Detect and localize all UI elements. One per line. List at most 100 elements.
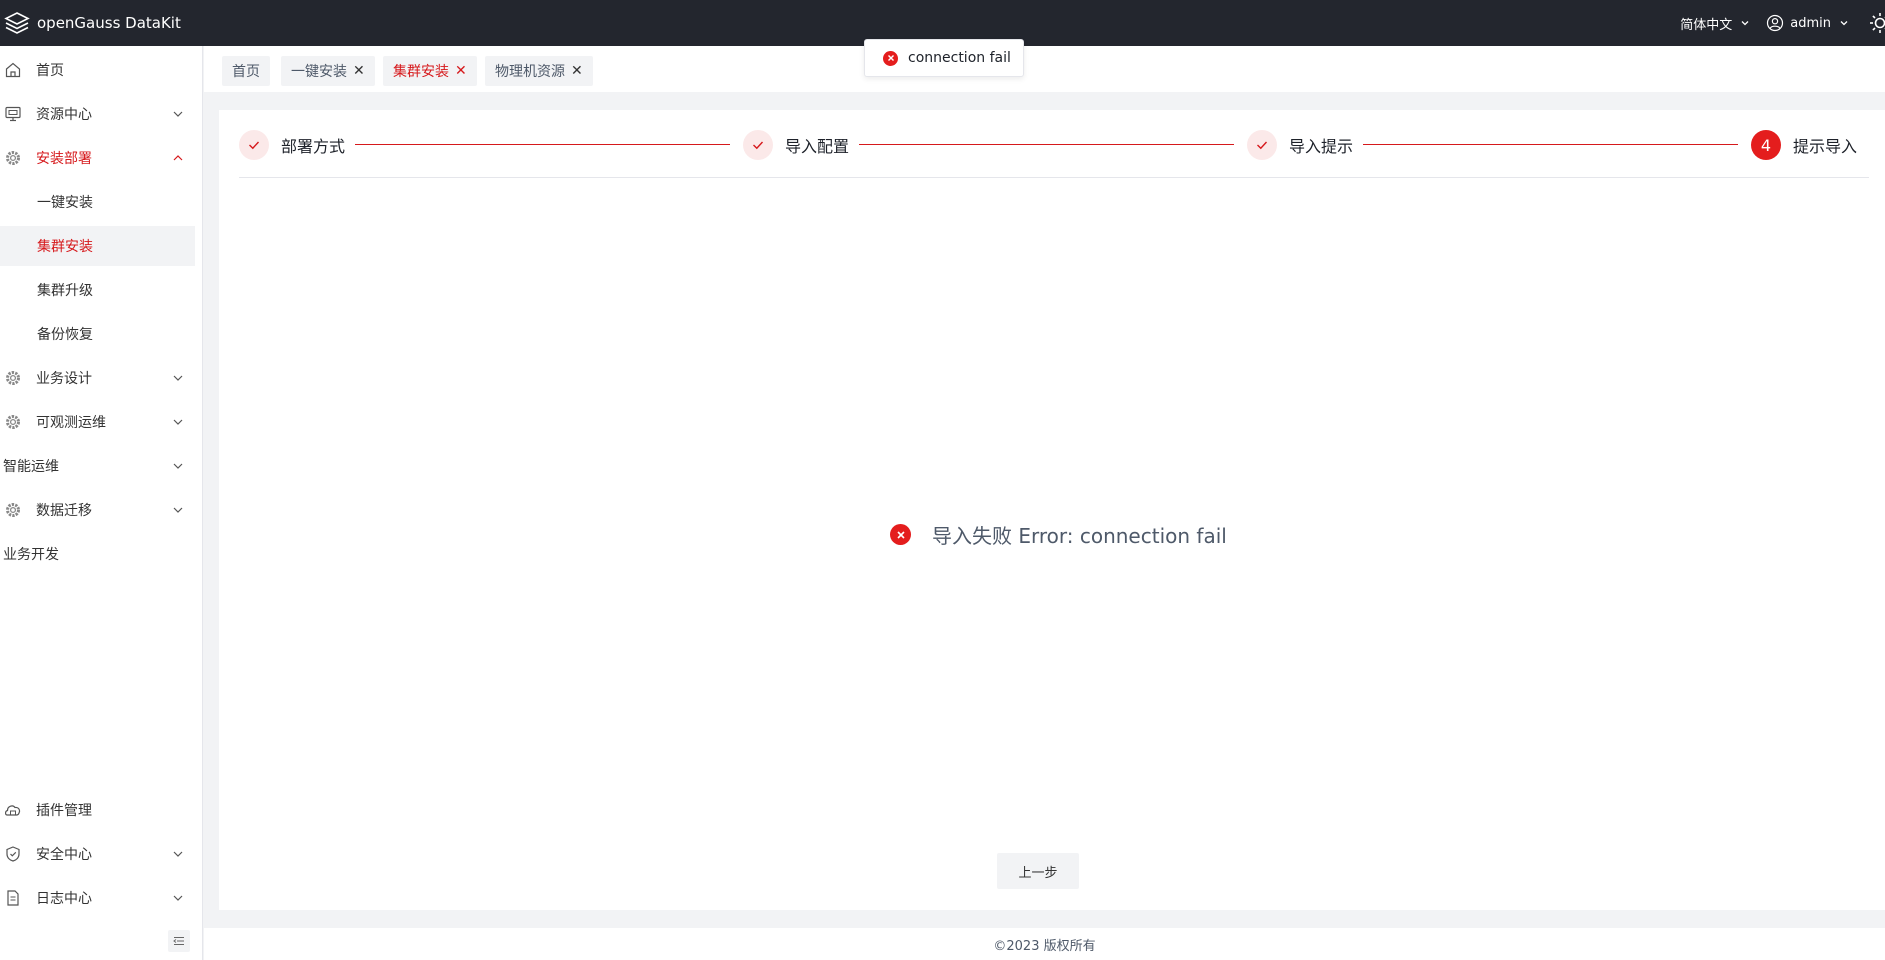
sidebar-item-label: 插件管理 <box>36 803 92 819</box>
tab-home[interactable]: 首页 <box>222 56 270 86</box>
sidebar-item-cluster-install[interactable]: 集群安装 <box>0 226 195 266</box>
sun-theme-icon[interactable] <box>1869 12 1885 34</box>
step-deploy-method: 部署方式 <box>239 130 345 160</box>
error-toast: connection fail <box>864 39 1024 77</box>
steps-bar: 部署方式 导入配置 导入提示 4 提示导入 <box>239 130 1869 170</box>
tab-one-click-install[interactable]: 一键安装 ✕ <box>281 56 375 86</box>
sidebar-item-plugin-management[interactable]: 插件管理 <box>0 790 195 830</box>
footer: ©2023 版权所有 <box>204 928 1885 960</box>
step-prompt-import: 4 提示导入 <box>1751 130 1857 160</box>
chevron-down-icon <box>173 895 183 901</box>
step-connector <box>1363 144 1738 145</box>
sidebar-item-one-click-install[interactable]: 一键安装 <box>0 182 195 222</box>
sidebar-item-backup-restore[interactable]: 备份恢复 <box>0 314 195 354</box>
chevron-down-icon <box>173 375 183 381</box>
chevron-down-icon <box>173 111 183 117</box>
sidebar-item-data-migration[interactable]: 数据迁移 <box>0 490 195 530</box>
step-number: 4 <box>1751 130 1781 160</box>
home-icon <box>3 60 23 80</box>
sidebar-item-label: 安装部署 <box>36 151 92 167</box>
gear-icon <box>3 500 23 520</box>
gear-icon <box>3 148 23 168</box>
sidebar-item-security-center[interactable]: 安全中心 <box>0 834 195 874</box>
toast-message: connection fail <box>908 50 1011 66</box>
sidebar-item-observability[interactable]: 可观测运维 <box>0 402 195 442</box>
close-icon[interactable]: ✕ <box>571 64 583 78</box>
step-title: 导入提示 <box>1289 137 1354 156</box>
gear-icon <box>3 412 23 432</box>
user-menu[interactable]: admin <box>1766 14 1849 32</box>
tabs-bar: 首页 一键安装 ✕ 集群安装 ✕ 物理机资源 ✕ <box>204 46 1885 92</box>
sidebar-item-label: 资源中心 <box>36 107 92 123</box>
sidebar-item-business-dev[interactable]: 业务开发 <box>0 534 195 574</box>
step-connector <box>859 144 1234 145</box>
close-icon[interactable]: ✕ <box>353 64 365 78</box>
step-title: 部署方式 <box>281 137 346 156</box>
step-title: 导入配置 <box>785 137 850 156</box>
shield-icon <box>3 844 23 864</box>
sidebar-item-label: 备份恢复 <box>37 327 93 343</box>
step-import-config: 导入配置 <box>743 130 849 160</box>
sidebar-item-label: 可观测运维 <box>36 415 106 431</box>
step-connector <box>355 144 730 145</box>
sidebar-item-label: 智能运维 <box>3 459 59 475</box>
chevron-up-icon <box>173 155 183 161</box>
user-name: admin <box>1790 15 1831 31</box>
error-result: 导入失败 Error: connection fail <box>890 520 1227 549</box>
sidebar-item-label: 业务设计 <box>36 371 92 387</box>
copyright-text: ©2023 版权所有 <box>993 938 1096 954</box>
error-circle-icon <box>890 524 911 545</box>
sidebar-item-log-center[interactable]: 日志中心 <box>0 878 195 918</box>
chevron-down-icon <box>173 463 183 469</box>
sidebar-item-label: 一键安装 <box>37 195 93 211</box>
sidebar-item-cluster-upgrade[interactable]: 集群升级 <box>0 270 195 310</box>
chevron-down-icon <box>173 851 183 857</box>
previous-step-button[interactable]: 上一步 <box>997 853 1079 889</box>
error-circle-icon <box>883 50 898 66</box>
sidebar-item-label: 业务开发 <box>3 547 59 563</box>
step-import-hint: 导入提示 <box>1247 130 1353 160</box>
gear-icon <box>3 368 23 388</box>
main-panel: 部署方式 导入配置 导入提示 4 提示导入 导入失败 Error: connec… <box>219 110 1885 910</box>
sidebar: 首页 资源中心 安装部署 一键安装 集群安装 集群升级 备份恢复 业务设计 可观… <box>0 46 203 960</box>
sidebar-item-intelligent-ops[interactable]: 智能运维 <box>0 446 195 486</box>
layers-logo-icon <box>4 12 30 34</box>
chevron-down-icon <box>173 507 183 513</box>
chevron-down-icon <box>173 419 183 425</box>
tab-label: 首页 <box>232 64 260 80</box>
plugin-icon <box>3 800 23 820</box>
sidebar-item-home[interactable]: 首页 <box>0 50 195 90</box>
collapse-menu-icon <box>173 937 184 945</box>
check-icon <box>743 130 773 160</box>
chevron-down-icon <box>1741 21 1749 26</box>
document-icon <box>3 888 23 908</box>
tab-label: 物理机资源 <box>495 64 565 80</box>
check-icon <box>239 130 269 160</box>
divider <box>239 177 1869 178</box>
check-icon <box>1247 130 1277 160</box>
language-label: 简体中文 <box>1680 17 1733 33</box>
logo[interactable]: openGauss DataKit <box>4 10 181 36</box>
monitor-icon <box>3 104 23 124</box>
sidebar-item-resource-center[interactable]: 资源中心 <box>0 94 195 134</box>
app-title: openGauss DataKit <box>37 14 181 32</box>
sidebar-item-label: 数据迁移 <box>36 503 92 519</box>
language-selector[interactable]: 简体中文 <box>1680 14 1750 33</box>
sidebar-item-label: 安全中心 <box>36 847 92 863</box>
sidebar-item-business-design[interactable]: 业务设计 <box>0 358 195 398</box>
step-title: 提示导入 <box>1793 137 1858 156</box>
tab-label: 一键安装 <box>291 64 347 80</box>
close-icon[interactable]: ✕ <box>455 64 467 78</box>
error-message: 导入失败 Error: connection fail <box>932 524 1227 548</box>
collapse-sidebar-button[interactable] <box>168 930 190 952</box>
sidebar-item-label: 集群安装 <box>37 239 93 255</box>
sidebar-item-label: 集群升级 <box>37 283 93 299</box>
tab-label: 集群安装 <box>393 64 449 80</box>
user-icon <box>1767 14 1784 32</box>
chevron-down-icon <box>1840 21 1848 26</box>
sidebar-item-label: 日志中心 <box>36 891 92 907</box>
sidebar-item-label: 首页 <box>36 63 64 79</box>
tab-physical-resources[interactable]: 物理机资源 ✕ <box>485 56 593 86</box>
tab-cluster-install[interactable]: 集群安装 ✕ <box>383 56 477 86</box>
sidebar-item-install-deploy[interactable]: 安装部署 <box>0 138 195 178</box>
